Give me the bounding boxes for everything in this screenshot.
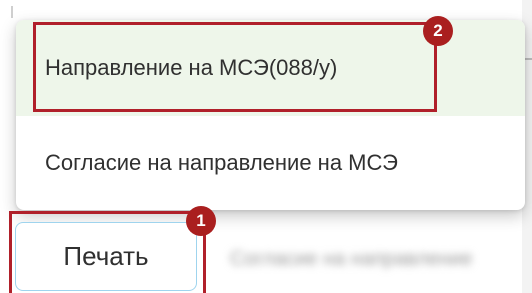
highlight-box-print-button: [9, 211, 206, 293]
menu-item-label: Согласие на направление на МСЭ: [45, 150, 398, 175]
step-badge-1: 1: [186, 206, 216, 236]
blurred-button-label: Согласие на направление: [230, 248, 473, 270]
background-tick: [11, 6, 13, 18]
background-top: [0, 0, 532, 22]
background-right-mark: [524, 58, 532, 60]
highlight-box-menu-item: [33, 22, 437, 112]
menu-item-mse-consent[interactable]: Согласие на направление на МСЭ: [16, 116, 525, 210]
step-badge-2: 2: [423, 16, 453, 46]
